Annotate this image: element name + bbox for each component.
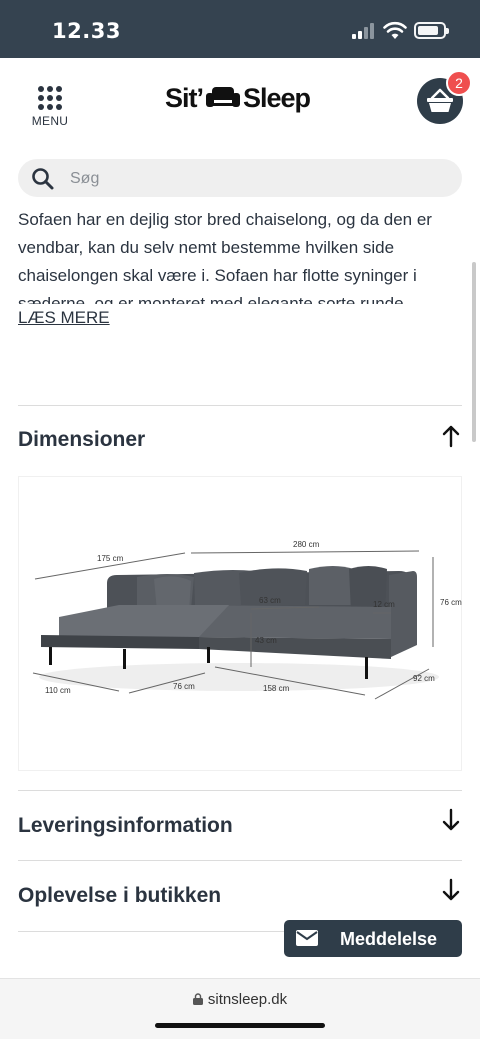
dim-label-sofa-depth: 92 cm [413,674,435,683]
dim-label-seat-height: 43 cm [255,636,277,645]
status-bar: 12.33 [0,0,480,58]
dim-label-height: 76 cm [440,598,462,607]
divider [18,790,462,791]
divider [18,860,462,861]
message-button-label: Meddelelse [340,929,438,949]
envelope-icon [296,930,318,946]
grid-menu-icon [28,86,72,110]
site-logo[interactable]: Sit’ Sleep [165,80,311,116]
logo-text-left: Sit’ [165,82,204,113]
store-experience-heading[interactable]: Oplevelse i butikken [18,884,221,908]
home-indicator[interactable] [155,1023,325,1028]
dimensions-heading[interactable]: Dimensioner [18,428,145,452]
delivery-heading[interactable]: Leveringsinformation [18,814,233,838]
product-description: Sofaen har en dejlig stor bred chaiselon… [18,204,462,304]
url-display[interactable]: sitnsleep.dk [0,991,480,1008]
dim-label-sofa-length: 158 cm [263,684,290,693]
dim-label-chaise-length: 175 cm [97,554,124,563]
search-input[interactable] [70,168,440,190]
site-header: MENU Sit’ Sleep 2 [0,58,480,146]
arrow-down-icon[interactable] [441,808,461,832]
browser-address-bar[interactable]: sitnsleep.dk [0,978,480,1039]
message-button[interactable]: Meddelelse [284,920,462,957]
dim-label-seat-depth: 63 cm [259,596,281,605]
dim-label-chaise-depth: 110 cm [45,686,71,695]
signal-icon [352,23,376,39]
cart-count-badge: 2 [446,70,472,96]
status-time: 12.33 [52,19,121,43]
divider [18,405,462,406]
dim-label-chaise-width: 76 cm [173,682,195,691]
description-text: Sofaen har en dejlig stor bred chaiselon… [18,210,432,304]
logo-text-right: Sleep [243,82,311,113]
wifi-icon [383,21,407,39]
armchair-logo-icon [206,87,241,107]
sofa-illustration: 175 cm 280 cm 63 cm 12 cm 76 cm 43 cm 11… [32,540,462,700]
dim-label-arm-width: 12 cm [373,600,395,609]
sofa-dimensions-image: 175 cm 280 cm 63 cm 12 cm 76 cm 43 cm 11… [18,476,462,771]
lock-icon [192,993,203,1005]
search-icon [32,168,54,190]
arrow-up-icon[interactable] [441,424,461,448]
dim-label-total-width: 280 cm [293,540,320,549]
read-more-link[interactable]: LÆS MERE [18,308,110,328]
page-scrollbar[interactable] [472,262,476,442]
menu-label: MENU [31,114,69,128]
search-bar[interactable] [18,159,462,197]
battery-icon [414,22,449,39]
arrow-down-icon[interactable] [441,878,461,902]
menu-button[interactable]: MENU [28,86,72,132]
url-text: sitnsleep.dk [207,991,288,1008]
